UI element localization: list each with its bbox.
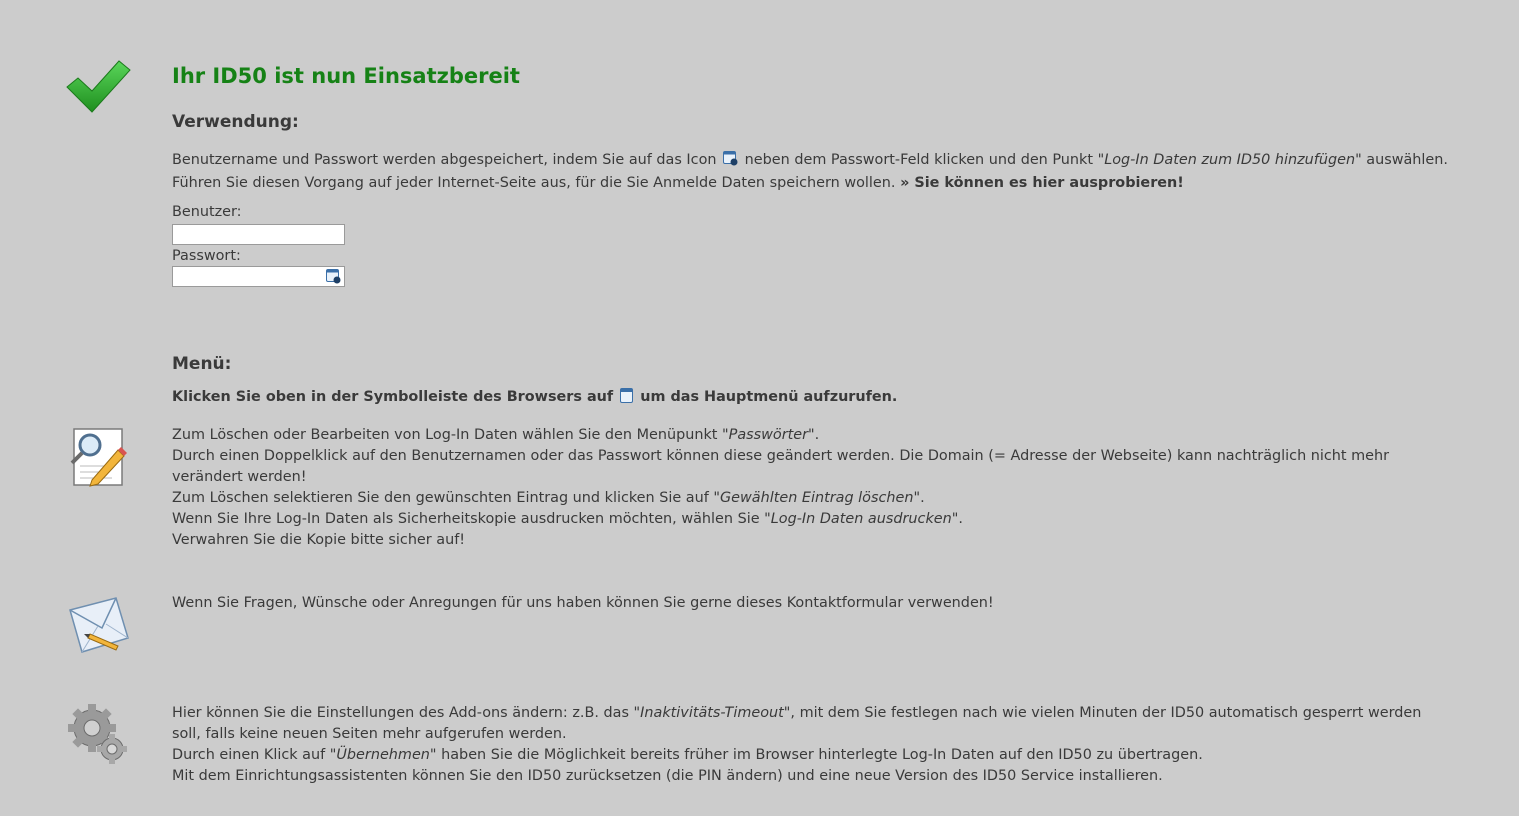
timeout-label: Inaktivitäts-Timeout — [640, 705, 784, 721]
settings-text: Hier können Sie die Einstellungen des Ad… — [172, 703, 1442, 787]
document-search-edit-icon[interactable] — [68, 426, 128, 492]
usage-line2: Führen Sie diesen Vorgang auf jeder Inte… — [172, 175, 896, 191]
delete-entry-label: Gewählten Eintrag löschen — [719, 490, 914, 506]
apply-label: Übernehmen — [336, 747, 430, 763]
settings-l2-a: Durch einen Klick auf " — [172, 747, 337, 763]
usage-heading: Verwendung: — [172, 112, 299, 132]
try-it-link[interactable]: » Sie können es hier ausprobieren! — [900, 175, 1184, 191]
usage-line1-italic: Log-In Daten zum ID50 hinzufügen — [1104, 152, 1356, 168]
passwords-l4-b: ". — [951, 511, 963, 527]
user-field[interactable] — [172, 224, 345, 245]
menu-instruction: Klicken Sie oben in der Symbolleiste des… — [172, 387, 1442, 410]
menu-instruction-a: Klicken Sie oben in der Symbolleiste des… — [172, 389, 614, 405]
passwords-l4-a: Wenn Sie Ihre Log-In Daten als Sicherhei… — [172, 511, 771, 527]
print-label: Log-In Daten ausdrucken — [770, 511, 952, 527]
usage-line1-b: neben dem Passwort-Feld klicken und den … — [744, 152, 1105, 168]
passwords-menu-item: Passwörter — [728, 427, 809, 443]
menu-heading: Menü: — [172, 354, 232, 374]
passwords-l3-b: ". — [913, 490, 925, 506]
mail-envelope-icon[interactable] — [66, 594, 132, 660]
usage-line1-end: " auswählen. — [1355, 152, 1448, 168]
settings-l3: Mit dem Einrichtungsassistenten können S… — [172, 768, 1163, 784]
passwords-l5: Verwahren Sie die Kopie bitte sicher auf… — [172, 532, 466, 548]
passwords-l1-a: Zum Löschen oder Bearbeiten von Log-In D… — [172, 427, 729, 443]
settings-l2-b: " haben Sie die Möglichkeit bereits früh… — [429, 747, 1203, 763]
gears-icon[interactable] — [68, 702, 128, 770]
menu-instruction-b: um das Hauptmenü aufzurufen. — [640, 389, 898, 405]
usage-text: Benutzername und Passwort werden abgespe… — [172, 150, 1448, 194]
passwords-text: Zum Löschen oder Bearbeiten von Log-In D… — [172, 425, 1442, 551]
id50-field-icon[interactable] — [326, 269, 341, 288]
contact-line: Wenn Sie Fragen, Wünsche oder Anregungen… — [172, 595, 994, 611]
usage-line1-a: Benutzername und Passwort werden abgespe… — [172, 152, 717, 168]
password-label: Passwort: — [172, 248, 241, 264]
checkmark-icon — [66, 60, 132, 118]
id50-toolbar-icon — [620, 388, 634, 410]
contact-text: Wenn Sie Fragen, Wünsche oder Anregungen… — [172, 593, 1442, 614]
id50-key-icon — [723, 151, 738, 173]
page-title: Ihr ID50 ist nun Einsatzbereit — [172, 64, 520, 88]
passwords-l2: Durch einen Doppelklick auf den Benutzer… — [172, 448, 1390, 485]
password-field[interactable] — [172, 266, 345, 287]
passwords-l3-a: Zum Löschen selektieren Sie den gewünsch… — [172, 490, 720, 506]
user-label: Benutzer: — [172, 204, 242, 220]
settings-l1-a: Hier können Sie die Einstellungen des Ad… — [172, 705, 641, 721]
passwords-l1-b: ". — [808, 427, 820, 443]
